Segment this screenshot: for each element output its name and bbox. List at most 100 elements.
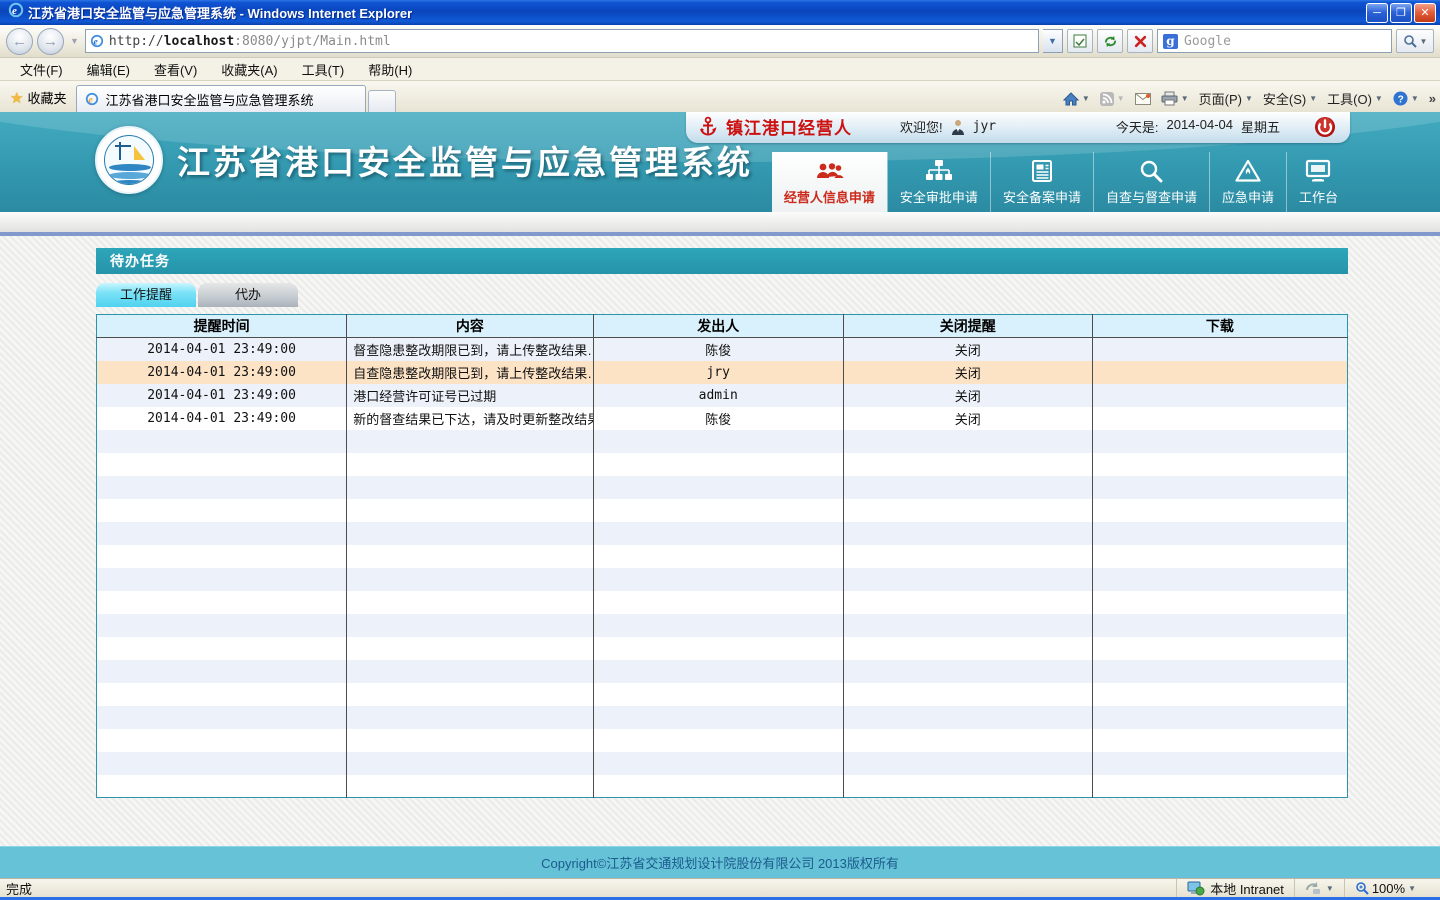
svg-text:?: ? [1397,94,1403,105]
tab-ie-icon: e [85,92,99,106]
cell-download [1092,361,1347,384]
nav-item-2[interactable]: 安全备案申请 [990,152,1093,212]
security-menu[interactable]: 安全(S)▼ [1263,89,1317,108]
compatibility-view-button[interactable] [1067,29,1093,53]
search-box[interactable]: g Google [1157,29,1392,53]
cell-close[interactable]: 关闭 [843,338,1092,361]
empty-row [97,660,1348,683]
favorites-label: 收藏夹 [27,88,66,107]
empty-cell [1092,752,1347,775]
zoom-control[interactable]: 100% ▼ [1344,879,1426,897]
close-button[interactable]: ✕ [1414,3,1436,23]
help-button[interactable]: ? ▼ [1393,91,1419,106]
cell-close[interactable]: 关闭 [843,407,1092,430]
minimize-button[interactable]: ─ [1366,3,1388,23]
cell-download [1092,384,1347,407]
tab-title: 江苏省港口安全监管与应急管理系统 [105,90,313,109]
table-row: 2014-04-01 23:49:00督查隐患整改期限已到，请上传整改结果…陈俊… [97,338,1348,361]
stop-button[interactable] [1127,29,1153,53]
cell-download [1092,407,1347,430]
zone-label: 本地 Intranet [1210,879,1284,898]
cell-sender: 陈俊 [593,338,843,361]
table-row: 2014-04-01 23:49:00港口经营许可证号已过期admin关闭 [97,384,1348,407]
empty-cell [593,683,843,706]
empty-cell [1092,476,1347,499]
title-bar: e 江苏省港口安全监管与应急管理系统 - Windows Internet Ex… [0,0,1440,25]
user-role: 镇江港口经营人 [726,114,852,139]
search-dropdown-icon[interactable]: ▼ [1420,37,1428,46]
nav-item-1[interactable]: 安全审批申请 [887,152,990,212]
mail-button[interactable] [1135,93,1151,105]
menu-item-0[interactable]: 文件(F) [8,58,75,81]
cell-sender: 陈俊 [593,407,843,430]
new-tab-stub[interactable] [368,90,396,112]
empty-cell [593,729,843,752]
cell-close[interactable]: 关闭 [843,361,1092,384]
overflow-chevron-icon[interactable]: » [1429,91,1436,106]
cell-content: 督查隐患整改期限已到，请上传整改结果… [347,338,593,361]
svg-text:e: e [93,37,98,48]
cell-sender: admin [593,384,843,407]
menu-item-3[interactable]: 收藏夹(A) [209,58,289,81]
history-dropdown-icon[interactable]: ▼ [70,36,79,46]
content-tab-0[interactable]: 工作提醒 [96,283,196,307]
empty-cell [843,476,1092,499]
empty-row [97,453,1348,476]
refresh-button[interactable] [1097,29,1123,53]
status-bar: 完成 本地 Intranet ▼ 100% ▼ [0,878,1440,900]
address-bar[interactable]: e http://localhost:8080/yjpt/Main.html [85,29,1039,53]
cell-content: 自查隐患整改期限已到，请上传整改结果… [347,361,593,384]
empty-cell [843,683,1092,706]
system-title: 江苏省港口安全监管与应急管理系统 [177,136,753,184]
empty-cell [1092,568,1347,591]
nav-item-5[interactable]: 工作台 [1286,152,1350,212]
url-text: http://localhost:8080/yjpt/Main.html [109,34,391,49]
column-header-3: 关闭提醒 [843,315,1092,338]
empty-row [97,545,1348,568]
empty-cell [843,591,1092,614]
search-button[interactable]: ▼ [1396,29,1434,53]
nav-item-4[interactable]: 应急申请 [1209,152,1286,212]
print-button[interactable]: ▼ [1161,91,1189,106]
home-button[interactable]: ▼ [1063,92,1090,106]
nav-item-3[interactable]: 自查与督查申请 [1093,152,1209,212]
cell-sender: jry [593,361,843,384]
resize-grip[interactable] [1426,879,1440,897]
empty-cell [347,522,593,545]
content-tab-1[interactable]: 代办 [198,283,298,307]
nav-item-0[interactable]: 经营人信息申请 [772,152,887,212]
date-info: 今天是:2014-04-04星期五 [1116,117,1280,136]
empty-row [97,476,1348,499]
forward-button[interactable]: → [37,28,64,55]
empty-cell [1092,430,1347,453]
protected-mode-button[interactable]: ▼ [1294,879,1344,897]
browser-tab[interactable]: e 江苏省港口安全监管与应急管理系统 [76,85,366,112]
back-button[interactable]: ← [6,28,33,55]
empty-cell [97,729,347,752]
menu-item-4[interactable]: 工具(T) [290,58,357,81]
empty-cell [347,614,593,637]
logout-power-icon[interactable] [1314,116,1336,138]
menu-item-2[interactable]: 查看(V) [142,58,209,81]
empty-cell [1092,706,1347,729]
menu-item-1[interactable]: 编辑(E) [75,58,142,81]
empty-cell [593,591,843,614]
tools-menu[interactable]: 工具(O)▼ [1327,89,1383,108]
section-title: 待办任务 [96,248,1348,274]
favorites-button[interactable]: ★ 收藏夹 [4,88,76,112]
feeds-button[interactable]: ▼ [1100,92,1125,106]
cell-close[interactable]: 关闭 [843,384,1092,407]
cell-time: 2014-04-01 23:49:00 [97,361,347,384]
menu-bar: 文件(F)编辑(E)查看(V)收藏夹(A)工具(T)帮助(H) [0,58,1440,81]
page-menu[interactable]: 页面(P)▼ [1199,89,1253,108]
restore-button[interactable]: ❐ [1390,3,1412,23]
address-dropdown-button[interactable]: ▼ [1043,29,1063,53]
empty-cell [97,706,347,729]
column-header-4: 下载 [1092,315,1347,338]
empty-row [97,499,1348,522]
nav-label: 工作台 [1299,187,1338,206]
user-info-bar: 镇江港口经营人 欢迎您! jyr 今天是:2014-04-04星期五 [686,112,1350,143]
empty-cell [1092,545,1347,568]
menu-item-5[interactable]: 帮助(H) [356,58,424,81]
empty-cell [843,752,1092,775]
